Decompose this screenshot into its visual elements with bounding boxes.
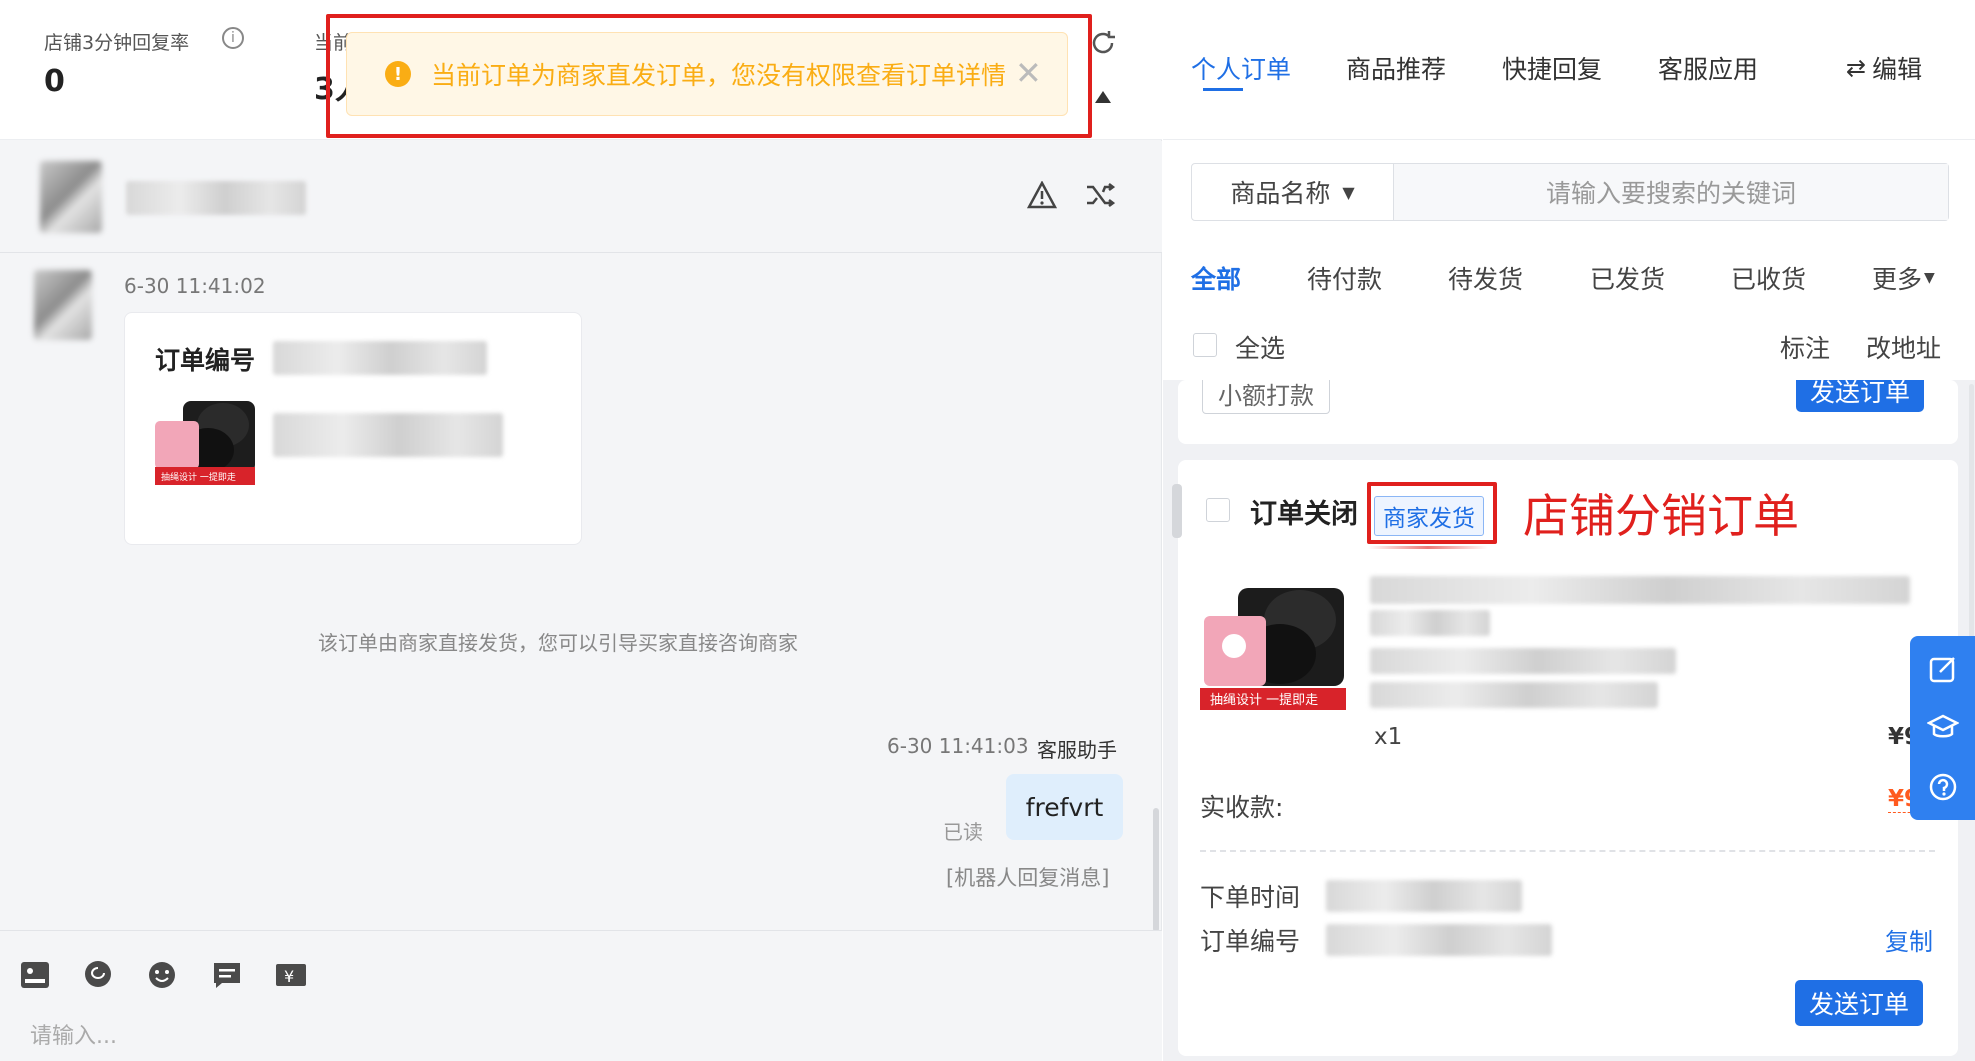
reply-rate-label: 店铺3分钟回复率 — [44, 32, 190, 54]
active-tab-indicator — [1203, 88, 1243, 91]
floating-toolbar — [1910, 636, 1975, 820]
edit-label: 编辑 — [1872, 55, 1923, 84]
divider — [1200, 850, 1935, 852]
send-order-button[interactable]: 发送订单 — [1795, 980, 1923, 1026]
info-icon[interactable]: i — [222, 27, 244, 49]
select-all-label: 全选 — [1235, 334, 1286, 363]
edit-note-icon[interactable] — [1926, 652, 1960, 686]
divider — [1163, 139, 1975, 140]
alert-triangle-icon[interactable] — [1024, 177, 1060, 213]
product-title-redacted-2 — [1370, 610, 1490, 636]
tab-quick-reply[interactable]: 快捷回复 — [1502, 50, 1602, 86]
order-no-redacted — [273, 341, 487, 375]
customer-name-redacted — [126, 181, 306, 215]
search-type-label: 商品名称 — [1230, 179, 1331, 208]
reply-rate-value: 0 — [44, 64, 65, 99]
tab-personal-orders[interactable]: 个人订单 — [1191, 50, 1291, 86]
message-bubble-icon[interactable] — [81, 958, 115, 992]
highlight-box-toast — [326, 14, 1092, 138]
svg-text:¥: ¥ — [284, 967, 294, 986]
product-spec-redacted-2 — [1370, 682, 1658, 708]
order-panel: 个人订单 商品推荐 快捷回复 客服应用 ⇄ 编辑 商品名称 ▼ 请输入要搜索的关… — [1163, 0, 1975, 1061]
order-card-message[interactable]: 订单编号 抽绳设计 一提即走 — [124, 312, 582, 545]
order-no-label: 订单编号 — [1200, 927, 1301, 956]
caret-up-icon[interactable] — [1090, 84, 1116, 110]
caret-down-icon: ▼ — [1342, 182, 1355, 202]
composer — [0, 930, 1162, 1061]
reply-sender: 客服助手 — [1037, 738, 1117, 762]
help-icon[interactable] — [1926, 770, 1960, 804]
order-panel-header: 个人订单 商品推荐 快捷回复 客服应用 ⇄ 编辑 商品名称 ▼ 请输入要搜索的关… — [1163, 0, 1975, 380]
robot-reply-tag: [机器人回复消息] — [946, 866, 1110, 890]
customer-avatar-message — [34, 270, 92, 340]
order-card: 订单关闭 商家发货 店铺分销订单 抽绳设计 一提即走 x1 ¥9.9 实收款: … — [1172, 460, 1958, 1056]
order-time-redacted — [1326, 880, 1522, 912]
edit-button[interactable]: ⇄ 编辑 — [1846, 50, 1922, 86]
filter-received[interactable]: 已收货 — [1731, 260, 1806, 296]
filter-more[interactable]: 更多 ▼ — [1872, 260, 1935, 296]
graduation-cap-icon[interactable] — [1926, 710, 1960, 744]
message-timestamp: 6-30 11:41:02 — [124, 274, 266, 298]
mark-button[interactable]: 标注 — [1780, 329, 1830, 365]
product-title-redacted — [1370, 576, 1910, 604]
tab-product-recommend[interactable]: 商品推荐 — [1346, 50, 1446, 86]
product-title-redacted — [273, 413, 503, 457]
image-icon[interactable] — [18, 958, 52, 992]
filter-pending-shipment[interactable]: 待发货 — [1448, 260, 1523, 296]
distribution-order-annotation: 店铺分销订单 — [1523, 489, 1799, 543]
chat-header — [0, 141, 1162, 253]
previous-order-card: 小额打款 发送订单 — [1178, 380, 1958, 444]
tab-service-apps[interactable]: 客服应用 — [1658, 50, 1758, 86]
product-caption: 抽绳设计 一提即走 — [1210, 692, 1318, 708]
chat-panel: 店铺3分钟回复率 i 0 当前 3人 ! 当前订单为商家直发订单，您没有权限查看… — [0, 0, 1162, 1061]
order-no-redacted — [1326, 924, 1552, 956]
order-time-label: 下单时间 — [1200, 883, 1301, 912]
message-input[interactable]: 请输入... — [30, 1018, 117, 1050]
order-checkbox[interactable] — [1206, 498, 1230, 522]
select-all-checkbox[interactable] — [1193, 333, 1217, 357]
reply-bubble[interactable]: frefvrt — [1006, 774, 1123, 840]
reply-timestamp: 6-30 11:41:03 — [887, 734, 1029, 758]
search-input[interactable]: 请输入要搜索的关键词 — [1394, 164, 1948, 220]
quantity: x1 — [1374, 724, 1403, 750]
highlight-box-badge — [1367, 482, 1497, 544]
swap-icon: ⇄ — [1846, 54, 1867, 82]
shuffle-icon[interactable] — [1082, 177, 1118, 213]
emoji-icon[interactable] — [145, 958, 179, 992]
product-thumbnail: 抽绳设计 一提即走 — [153, 395, 257, 495]
filter-shipped[interactable]: 已发货 — [1590, 260, 1665, 296]
filter-pending-payment[interactable]: 待付款 — [1307, 260, 1382, 296]
filter-more-label: 更多 — [1872, 265, 1923, 294]
filter-all[interactable]: 全部 — [1191, 260, 1241, 296]
copy-button[interactable]: 复制 — [1885, 922, 1933, 957]
actual-paid-label: 实收款: — [1200, 793, 1284, 822]
chat-scrollbar[interactable] — [1153, 808, 1159, 932]
search-type-select[interactable]: 商品名称 ▼ — [1192, 164, 1394, 220]
order-no-label: 订单编号 — [155, 346, 256, 375]
product-thumbnail[interactable]: 抽绳设计 一提即走 — [1200, 572, 1346, 718]
product-caption: 抽绳设计 一提即走 — [161, 471, 236, 483]
coupon-icon[interactable]: ¥ — [274, 958, 308, 992]
system-note: 该订单由商家直接发货，您可以引导买家直接咨询商家 — [318, 631, 798, 655]
search-bar: 商品名称 ▼ 请输入要搜索的关键词 — [1191, 163, 1949, 221]
read-status: 已读 — [943, 820, 983, 844]
card-handle — [1172, 484, 1182, 538]
order-status: 订单关闭 — [1250, 499, 1358, 530]
caret-down-icon: ▼ — [1924, 270, 1935, 286]
customer-avatar[interactable] — [40, 161, 102, 233]
annotation-underline — [1368, 546, 1488, 549]
quick-phrase-icon[interactable] — [210, 958, 244, 992]
change-address-button[interactable]: 改地址 — [1866, 329, 1941, 365]
product-spec-redacted — [1370, 648, 1676, 674]
